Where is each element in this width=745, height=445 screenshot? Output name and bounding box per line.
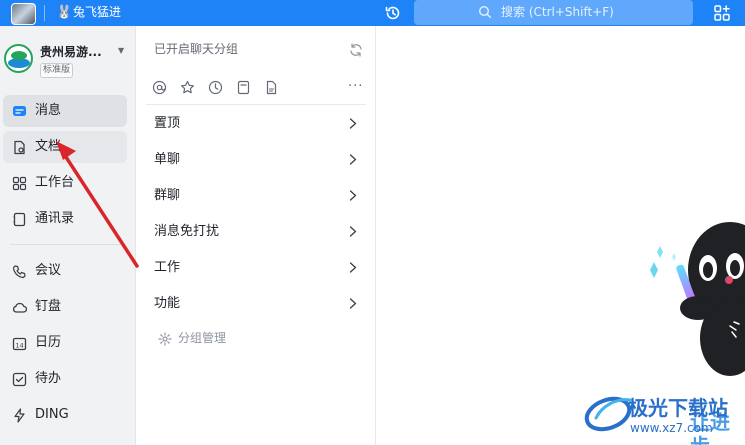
apps-grid-icon[interactable]	[714, 5, 730, 21]
chat-group-pinned[interactable]: 置顶	[146, 107, 366, 141]
chat-group-groups[interactable]: 群聊	[146, 179, 366, 213]
nav-item-calendar[interactable]: 14 日历	[3, 327, 127, 359]
nav-label-calendar: 日历	[35, 335, 62, 350]
edition-badge: 标准版	[40, 63, 74, 78]
meeting-icon	[12, 265, 26, 279]
nav-label-cloud-drive: 钉盘	[35, 299, 62, 314]
todo-icon	[12, 372, 27, 387]
chevron-right-icon	[349, 118, 357, 129]
nav-item-meeting[interactable]: 会议	[3, 255, 127, 287]
refresh-icon[interactable]	[349, 43, 363, 57]
organization-name[interactable]: 贵州易游...	[40, 44, 102, 60]
chat-group-functions[interactable]: 功能	[146, 287, 366, 321]
chevron-right-icon	[349, 190, 357, 201]
document-icon	[14, 140, 25, 155]
chevron-right-icon	[349, 262, 357, 273]
nav-label-messages: 消息	[35, 103, 62, 118]
star-icon[interactable]	[180, 80, 195, 95]
history-icon[interactable]	[384, 4, 402, 22]
nav-label-documents: 文档	[35, 139, 62, 154]
nav-item-cloud-drive[interactable]: 钉盘	[3, 291, 127, 323]
nav-label-ding: DING	[35, 407, 69, 422]
chat-group-label: 单聊	[154, 152, 181, 167]
chevron-right-icon	[349, 154, 357, 165]
archive-icon[interactable]	[236, 80, 251, 95]
calendar-icon: 14	[12, 337, 27, 351]
search-icon	[478, 5, 492, 19]
nav-item-documents[interactable]: 文档	[3, 131, 127, 163]
file-icon[interactable]	[264, 80, 279, 95]
clock-icon[interactable]	[208, 80, 223, 95]
chevron-right-icon	[349, 226, 357, 237]
group-manage-button[interactable]: 分组管理	[178, 330, 226, 347]
rabbit-icon: 🐰	[56, 5, 73, 20]
contacts-icon	[13, 212, 26, 227]
message-icon	[13, 106, 26, 116]
chat-group-label: 群聊	[154, 188, 181, 203]
mention-icon[interactable]	[152, 80, 167, 95]
title-separator	[44, 5, 45, 21]
ding-icon	[14, 408, 25, 423]
nav-label-contacts: 通讯录	[35, 211, 75, 226]
nav-item-ding[interactable]: DING	[3, 399, 127, 431]
nav-item-messages[interactable]: 消息	[3, 95, 127, 127]
workbench-icon	[12, 176, 27, 191]
chat-group-work[interactable]: 工作	[146, 251, 366, 285]
organization-logo[interactable]	[4, 44, 33, 73]
chat-group-label: 消息免打扰	[154, 224, 220, 239]
nav-label-meeting: 会议	[35, 263, 62, 278]
nav-item-todo[interactable]: 待办	[3, 363, 127, 395]
settings-gear-icon[interactable]	[158, 332, 172, 346]
nav-item-contacts[interactable]: 通讯录	[3, 203, 127, 235]
more-icon[interactable]: ···	[348, 80, 363, 94]
chat-group-label: 功能	[154, 296, 181, 311]
chat-group-label: 工作	[154, 260, 181, 275]
nav-label-workbench: 工作台	[35, 175, 75, 190]
chevron-right-icon	[349, 298, 357, 309]
app-title: 兔飞猛进	[73, 5, 122, 19]
chat-group-single[interactable]: 单聊	[146, 143, 366, 177]
svg-text:14: 14	[15, 342, 23, 350]
cloud-drive-icon	[12, 302, 27, 313]
search-placeholder: 搜索 (Ctrl+Shift+F)	[501, 5, 614, 19]
chat-group-muted[interactable]: 消息免打扰	[146, 215, 366, 249]
nav-label-todo: 待办	[35, 371, 62, 386]
group-panel-title: 已开启聊天分组	[154, 42, 239, 56]
caret-down-icon[interactable]: ▼	[118, 46, 124, 56]
nav-item-workbench[interactable]: 工作台	[3, 167, 127, 199]
chat-group-label: 置顶	[154, 116, 181, 131]
toolbar-divider	[146, 104, 366, 105]
app-logo[interactable]	[11, 3, 36, 25]
watermark-url: www.xz7.com	[630, 421, 713, 435]
mascot-illustration	[650, 222, 745, 376]
watermark-text: 极光下载站	[628, 396, 728, 420]
nav-divider	[10, 244, 122, 245]
